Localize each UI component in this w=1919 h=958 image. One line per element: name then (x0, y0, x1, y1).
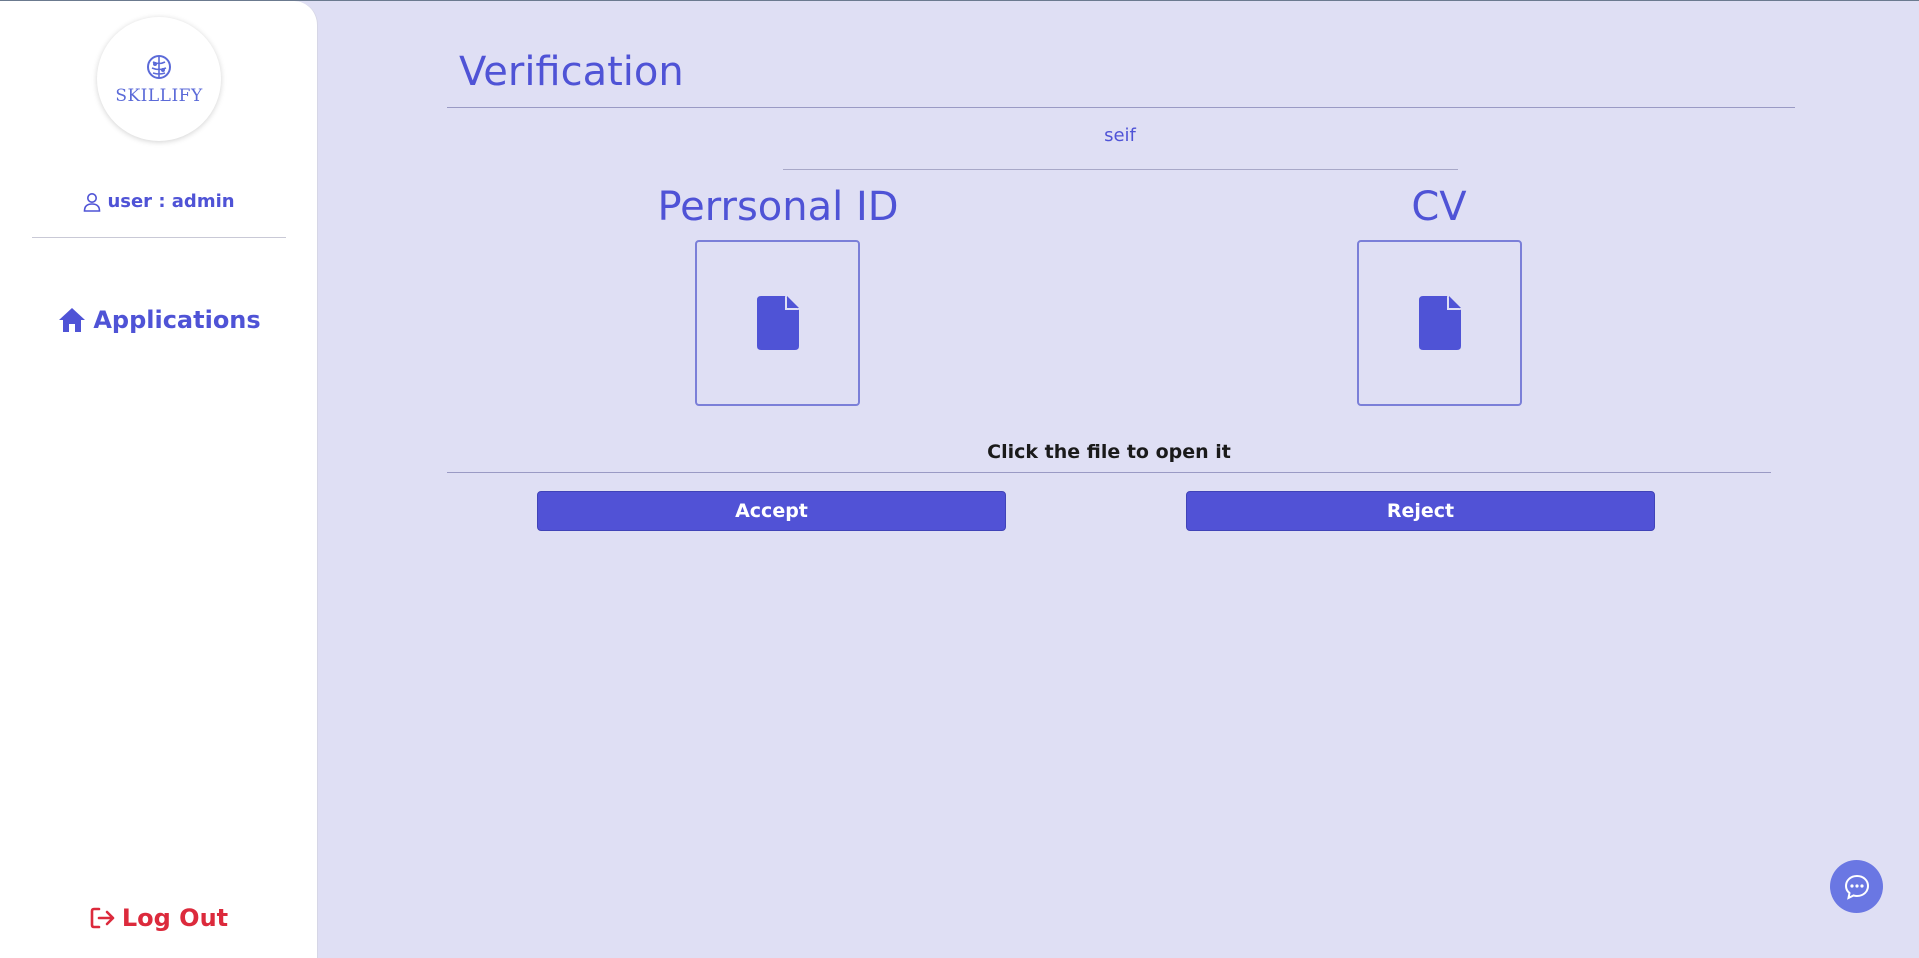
applicant-name: seif (1104, 125, 1136, 146)
cv-file[interactable] (1357, 240, 1522, 406)
applicant-divider (783, 169, 1458, 170)
sidebar: SKILLIFY user : admin Applications Log O… (0, 1, 318, 958)
cv-title: CV (1411, 184, 1467, 230)
sidebar-item-applications[interactable]: Applications (0, 306, 318, 334)
logout-button[interactable]: Log Out (0, 904, 318, 932)
accept-button[interactable]: Accept (537, 491, 1006, 531)
brain-icon (147, 55, 171, 79)
user-icon (84, 192, 101, 212)
personal-id-file[interactable] (695, 240, 860, 406)
hint-divider (447, 472, 1771, 473)
user-label: user : admin (107, 191, 235, 212)
page-title: Verification (459, 49, 684, 95)
logo-text: SKILLIFY (115, 86, 203, 106)
logout-icon (90, 907, 115, 929)
sidebar-divider (32, 237, 286, 238)
file-icon (1418, 296, 1461, 350)
title-divider (447, 107, 1795, 108)
reject-button[interactable]: Reject (1186, 491, 1655, 531)
chat-button[interactable] (1830, 860, 1883, 913)
open-file-hint: Click the file to open it (987, 441, 1231, 463)
sidebar-item-label: Applications (93, 306, 261, 334)
personal-id-title: Perrsonal ID (657, 184, 899, 230)
logout-label: Log Out (121, 904, 229, 932)
user-info: user : admin (0, 191, 318, 212)
file-icon (756, 296, 799, 350)
home-icon (59, 308, 86, 332)
chat-icon (1844, 874, 1869, 900)
skillify-logo[interactable]: SKILLIFY (97, 17, 221, 141)
